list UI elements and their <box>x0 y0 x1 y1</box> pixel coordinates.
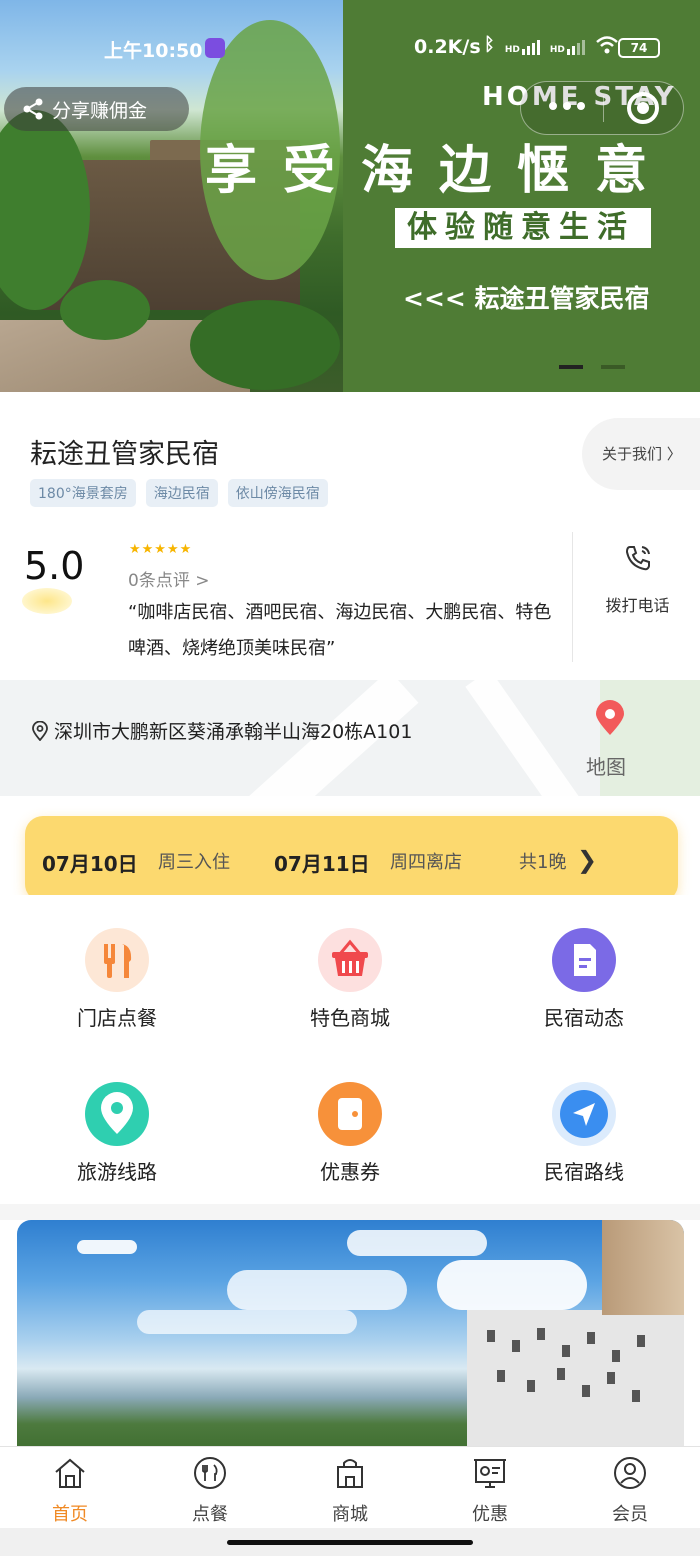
carousel-indicator[interactable] <box>601 365 625 369</box>
signal-group: ᛒ HD HD <box>484 34 619 55</box>
divider <box>572 532 573 662</box>
tab-home[interactable]: 首页 <box>0 1447 140 1528</box>
hero-brand-line: <<< 耘途丑管家民宿 <box>403 284 650 313</box>
service-label: 民宿路线 <box>544 1160 624 1184</box>
shop-icon <box>337 1459 363 1488</box>
tab-label: 商城 <box>332 1504 368 1525</box>
service-route[interactable]: 民宿路线 <box>504 1082 664 1185</box>
shop-name: 耘途丑管家民宿 <box>30 439 219 470</box>
status-time: 上午10:50 <box>104 40 203 62</box>
reviews-link[interactable]: 0条点评 > <box>128 566 209 591</box>
status-bar: 上午10:50 0.2K/s ᛒ HD HD 74 <box>0 32 700 66</box>
feature-photo[interactable] <box>17 1220 684 1460</box>
call-button[interactable]: 拨打电话 <box>600 542 675 616</box>
signal-1-label: HD <box>504 45 520 55</box>
map-marker-icon[interactable] <box>592 700 628 736</box>
shop-info-card: 耘途丑管家民宿 180°海景套房 海边民宿 依山傍海民宿 关于我们 〉 5.0 … <box>0 392 700 682</box>
signal-bars-2-icon: HD <box>550 40 585 55</box>
service-label: 优惠券 <box>320 1160 380 1184</box>
checkout-date[interactable]: 07月11日 <box>274 848 370 877</box>
service-coupon[interactable]: 优惠券 <box>270 1082 430 1185</box>
app-notification-icon <box>205 38 225 58</box>
service-grid: 门店点餐 特色商城 民宿动态 旅游线路 优惠券 民宿路线 <box>0 908 700 1204</box>
service-label: 旅游线路 <box>77 1160 157 1184</box>
carousel-indicator-active[interactable] <box>559 365 583 369</box>
service-mall[interactable]: 特色商城 <box>270 928 430 1031</box>
rating-stars: ★★★★★ <box>129 542 193 557</box>
service-tour[interactable]: 旅游线路 <box>37 1082 197 1185</box>
service-dining[interactable]: 门店点餐 <box>37 928 197 1031</box>
shop-tag: 180°海景套房 <box>30 479 136 507</box>
location-pin-icon <box>32 720 48 741</box>
share-earn-button[interactable]: 分享赚佣金 <box>4 87 189 131</box>
tab-label: 点餐 <box>192 1504 228 1525</box>
tab-label: 优惠 <box>472 1504 508 1525</box>
member-icon <box>614 1457 646 1489</box>
home-indicator <box>0 1528 700 1556</box>
service-label: 特色商城 <box>310 1006 390 1030</box>
tab-promo[interactable]: 优惠 <box>420 1447 560 1528</box>
tab-member[interactable]: 会员 <box>560 1447 700 1528</box>
tab-label: 首页 <box>52 1504 88 1525</box>
bluetooth-icon: ᛒ <box>484 34 495 55</box>
mini-program-capsule[interactable] <box>520 81 684 135</box>
battery-icon: 74 <box>618 38 660 58</box>
signal-2-label: HD <box>549 45 565 55</box>
basket-icon <box>318 928 382 992</box>
more-icon[interactable] <box>549 102 585 110</box>
close-miniprogram-icon[interactable] <box>627 92 659 124</box>
share-icon <box>23 98 43 120</box>
address-text: 深圳市大鹏新区葵涌承翰半山海20栋A101 <box>54 721 413 743</box>
service-label: 民宿动态 <box>544 1006 624 1030</box>
navigation-icon <box>552 1082 616 1146</box>
call-label: 拨打电话 <box>605 596 670 615</box>
phone-icon <box>625 546 650 571</box>
checkin-label: 周三入住 <box>158 852 230 873</box>
shop-tag: 依山傍海民宿 <box>227 479 328 507</box>
coupon-icon <box>318 1082 382 1146</box>
tab-shop[interactable]: 商城 <box>280 1447 420 1528</box>
nights-count: 共1晚 <box>519 852 567 873</box>
about-us-button[interactable]: 关于我们 〉 <box>582 418 700 490</box>
map-button[interactable]: 地图 <box>586 751 626 780</box>
chevron-right-icon[interactable]: ❯ <box>577 846 597 874</box>
signal-bars-icon: HD <box>505 40 540 55</box>
hero-title: 享受海边惬意 <box>205 141 674 201</box>
service-label: 门店点餐 <box>77 1006 157 1030</box>
shop-tags: 180°海景套房 海边民宿 依山傍海民宿 <box>30 479 328 507</box>
home-icon <box>55 1458 85 1488</box>
dining-icon <box>194 1457 226 1489</box>
app-root: { "status_bar": { "time": "上午10:50", "ne… <box>0 0 700 1556</box>
tab-label: 会员 <box>612 1504 648 1525</box>
document-icon <box>552 928 616 992</box>
address-row: 深圳市大鹏新区葵涌承翰半山海20栋A101 <box>32 717 412 744</box>
wifi-icon <box>596 36 618 54</box>
share-label: 分享赚佣金 <box>52 99 148 122</box>
rating-score: 5.0 <box>24 544 85 588</box>
checkin-date[interactable]: 07月10日 <box>42 848 138 877</box>
network-speed: 0.2K/s <box>414 36 481 58</box>
service-news[interactable]: 民宿动态 <box>504 928 664 1031</box>
hero-subtitle: 体验随意生活 <box>395 208 651 248</box>
shop-tag: 海边民宿 <box>145 479 218 507</box>
promo-icon <box>474 1459 506 1488</box>
shop-description: “咖啡店民宿、酒吧民宿、海边民宿、大鹏民宿、特色啤酒、烧烤绝顶美味民宿” <box>128 602 552 659</box>
location-icon <box>85 1082 149 1146</box>
tab-dining[interactable]: 点餐 <box>140 1447 280 1528</box>
date-selector[interactable]: 07月10日 周三入住 07月11日 周四离店 共1晚 ❯ <box>25 816 678 902</box>
checkout-label: 周四离店 <box>390 852 462 873</box>
utensils-icon <box>85 928 149 992</box>
bottom-tab-bar: 首页 点餐 商城 优惠 会员 <box>0 1446 700 1528</box>
rating-highlight <box>22 588 72 614</box>
